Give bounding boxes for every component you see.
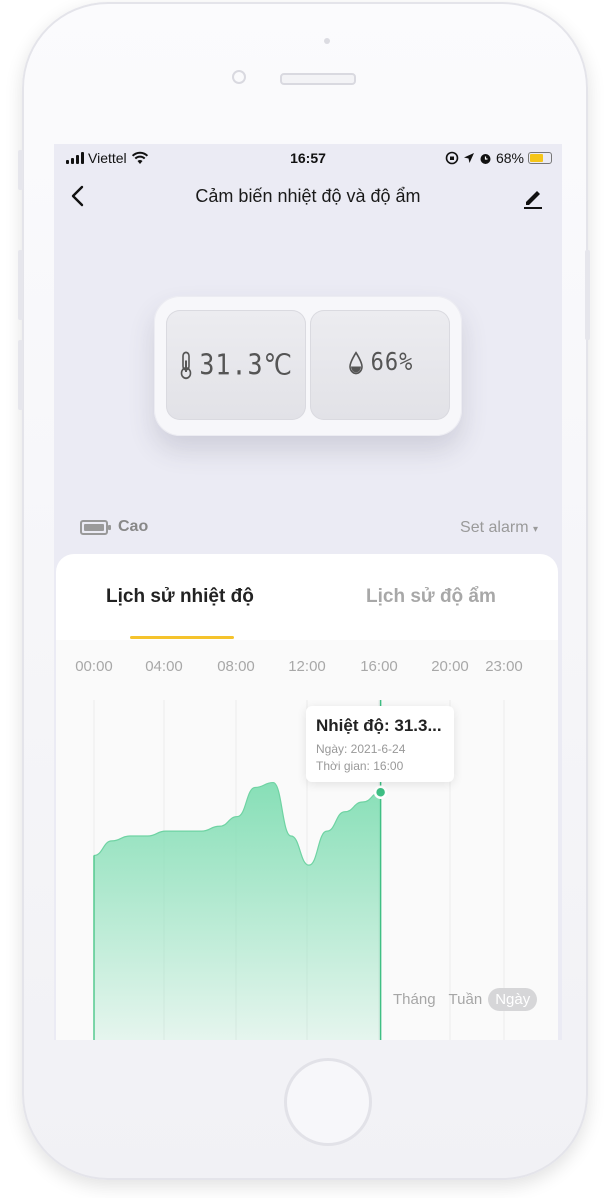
earpiece-speaker [280, 73, 356, 85]
humidity-panel: 66% [310, 310, 450, 420]
battery-level-icon [80, 519, 111, 535]
app-screen: Viettel 16:57 68% Cảm biến nhiệt độ và đ… [54, 144, 562, 1040]
front-sensor [324, 38, 330, 44]
battery-icon [528, 152, 552, 164]
range-week-button[interactable]: Tuần [449, 988, 483, 1011]
volume-up-button [18, 250, 23, 320]
x-tick-label: 20:00 [431, 658, 469, 675]
range-month-button[interactable]: Tháng [386, 988, 443, 1011]
x-tick-label: 04:00 [145, 658, 183, 675]
x-tick-label: 08:00 [217, 658, 255, 675]
x-tick-label: 16:00 [360, 658, 398, 675]
caret-down-icon: ▾ [532, 524, 538, 535]
active-tab-indicator [130, 636, 234, 639]
tooltip-title: Nhiệt độ: 31.3... [316, 716, 442, 735]
x-tick-label: 00:00 [75, 658, 113, 675]
pencil-icon[interactable] [520, 184, 546, 210]
history-tabs: Lịch sử nhiệt độ Lịch sử độ ẩm [56, 554, 558, 640]
temperature-value: 31.3℃ [199, 347, 293, 382]
battery-status: Cao [80, 518, 148, 536]
history-card: Lịch sử nhiệt độ Lịch sử độ ẩm 00:00 04:0… [56, 554, 558, 1040]
temperature-panel: 31.3℃ [166, 310, 306, 420]
x-tick-label: 23:00 [485, 658, 523, 675]
power-button [585, 250, 590, 340]
status-bar: Viettel 16:57 68% [54, 144, 562, 172]
battery-percent: 68% [495, 150, 524, 166]
tab-humidity-history[interactable]: Lịch sử độ ẩm [366, 586, 496, 608]
chart-tooltip: Nhiệt độ: 31.3... Ngày: 2021-6-24 Thời g… [306, 706, 454, 782]
temperature-area [94, 782, 381, 1040]
battery-level-label: Cao [118, 518, 149, 535]
humidity-value: 66% [370, 348, 414, 377]
mute-switch [18, 150, 23, 190]
temperature-chart[interactable]: 00:00 04:00 08:00 12:00 16:00 20:00 23:00 Nhiệ… [56, 640, 558, 1040]
location-icon [463, 153, 474, 163]
thermometer-icon [181, 350, 192, 379]
front-camera [232, 70, 246, 84]
alarm-icon [480, 153, 491, 164]
navigation-bar: Cảm biến nhiệt độ và độ ẩm [54, 178, 562, 214]
water-drop-icon [348, 350, 363, 374]
chart-svg: 00:00 04:00 08:00 12:00 16:00 20:00 23:00 [75, 658, 523, 1040]
tooltip-time: Thời gian: 16:00 [316, 759, 404, 773]
set-alarm-button[interactable]: Set alarm ▾ [460, 519, 538, 537]
selected-data-point[interactable] [373, 785, 388, 800]
range-selector: Tháng Tuần Ngày [386, 988, 538, 1011]
tooltip-date: Ngày: 2021-6-24 [316, 742, 406, 756]
range-day-button[interactable]: Ngày [488, 988, 538, 1011]
sensor-device-image: 31.3℃ 66% [154, 296, 462, 436]
tab-temperature-history[interactable]: Lịch sử nhiệt độ [106, 586, 254, 608]
page-title: Cảm biến nhiệt độ và độ ẩm [195, 186, 421, 206]
orientation-lock-icon [445, 151, 459, 165]
home-button[interactable] [284, 1058, 372, 1146]
set-alarm-label: Set alarm [460, 519, 529, 536]
volume-down-button [18, 340, 23, 410]
x-tick-label: 12:00 [288, 658, 326, 675]
